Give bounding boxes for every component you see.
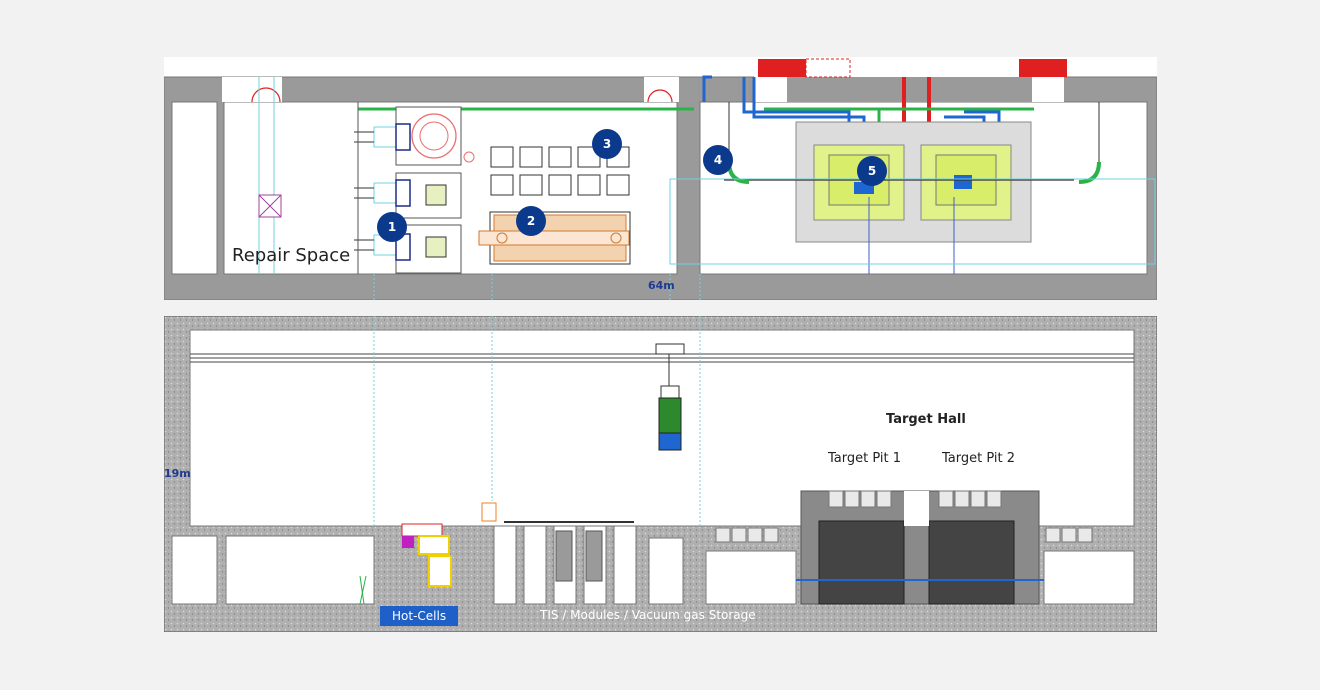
- target-hall-label: Target Hall: [886, 412, 966, 427]
- marker-4: 4: [703, 145, 733, 175]
- marker-5: 5: [857, 156, 887, 186]
- marker-3: 3: [592, 129, 622, 159]
- plan-view: Repair Space 64m 1 2 3 4 5: [164, 57, 1157, 300]
- storage-label: TIS / Modules / Vacuum gas Storage: [540, 608, 756, 622]
- height-dimension-label: 19m: [164, 467, 191, 480]
- target-pit-1-label: Target Pit 1: [828, 451, 902, 466]
- hotcells-label: Hot-Cells: [380, 606, 459, 626]
- section-drawing: [164, 316, 1157, 632]
- width-dimension-label: 64m: [648, 279, 675, 292]
- marker-2: 2: [516, 206, 546, 236]
- section-view: 19m Target Hall Target Pit 1 Target Pit …: [164, 316, 1157, 632]
- target-pit-2-label: Target Pit 2: [942, 451, 1016, 466]
- marker-1: 1: [377, 212, 407, 242]
- repair-space-label: Repair Space: [232, 245, 351, 266]
